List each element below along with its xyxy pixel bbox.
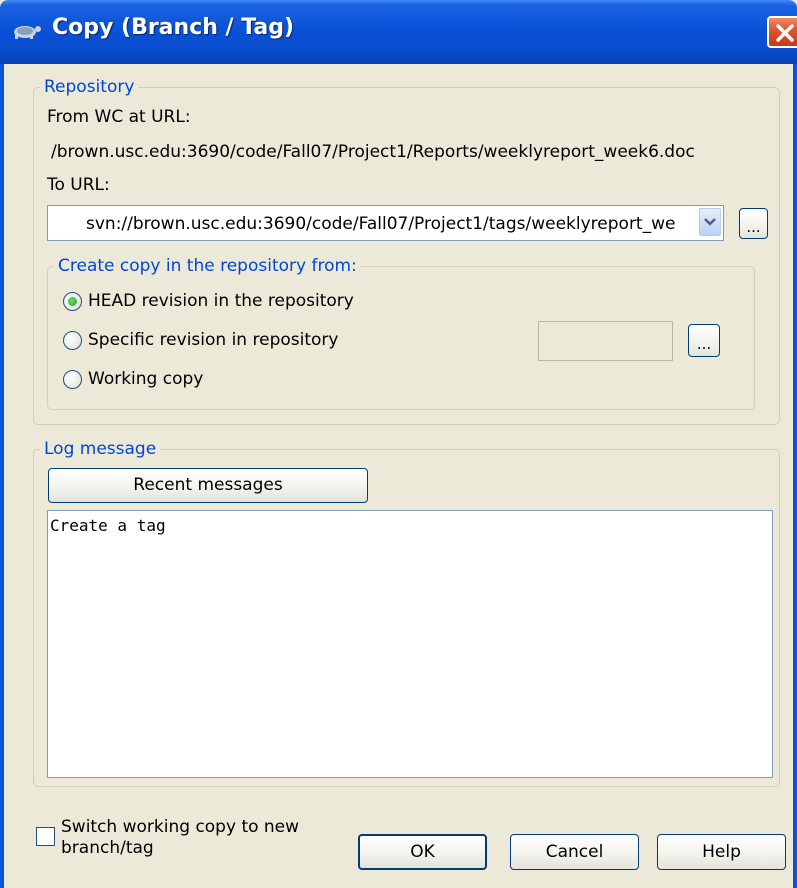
- switch-working-copy-checkbox[interactable]: [36, 827, 55, 846]
- recent-messages-button[interactable]: Recent messages: [48, 468, 368, 503]
- log-message-textarea[interactable]: Create a tag: [47, 510, 773, 778]
- specific-revision-label[interactable]: Specific revision in repository: [88, 329, 338, 351]
- help-button[interactable]: Help: [657, 834, 786, 870]
- to-url-label: To URL:: [47, 175, 110, 195]
- repository-legend: Repository: [40, 76, 139, 98]
- dropdown-arrow-button[interactable]: [699, 208, 721, 236]
- cancel-button[interactable]: Cancel: [510, 834, 639, 870]
- from-url-value: /brown.usc.edu:3690/code/Fall07/Project1…: [51, 142, 695, 162]
- tortoise-icon: [14, 26, 41, 39]
- from-url-label: From WC at URL:: [47, 107, 191, 127]
- head-revision-radio[interactable]: [63, 292, 82, 311]
- to-url-browse-button[interactable]: ...: [739, 208, 768, 239]
- switch-working-copy-label-line2[interactable]: branch/tag: [61, 837, 154, 859]
- chevron-down-icon: [704, 218, 716, 226]
- close-icon: [776, 24, 794, 42]
- revision-browse-button[interactable]: ...: [688, 324, 720, 357]
- title-bar[interactable]: Copy (Branch / Tag): [0, 0, 797, 64]
- switch-working-copy-label-line1[interactable]: Switch working copy to new: [61, 816, 299, 838]
- revision-input[interactable]: [538, 321, 673, 361]
- to-url-combobox[interactable]: svn://brown.usc.edu:3690/code/Fall07/Pro…: [47, 205, 724, 241]
- working-copy-radio[interactable]: [63, 370, 82, 389]
- to-url-value[interactable]: svn://brown.usc.edu:3690/code/Fall07/Pro…: [86, 214, 684, 234]
- specific-revision-radio[interactable]: [63, 331, 82, 350]
- head-revision-label[interactable]: HEAD revision in the repository: [88, 290, 354, 312]
- log-message-legend: Log message: [40, 438, 161, 460]
- copy-source-legend: Create copy in the repository from:: [54, 255, 361, 277]
- close-button[interactable]: [767, 16, 797, 48]
- window-frame-left: [0, 64, 4, 888]
- ok-button[interactable]: OK: [358, 834, 487, 870]
- working-copy-label[interactable]: Working copy: [88, 368, 203, 390]
- window-title: Copy (Branch / Tag): [52, 15, 295, 40]
- window-frame-right: [793, 64, 797, 888]
